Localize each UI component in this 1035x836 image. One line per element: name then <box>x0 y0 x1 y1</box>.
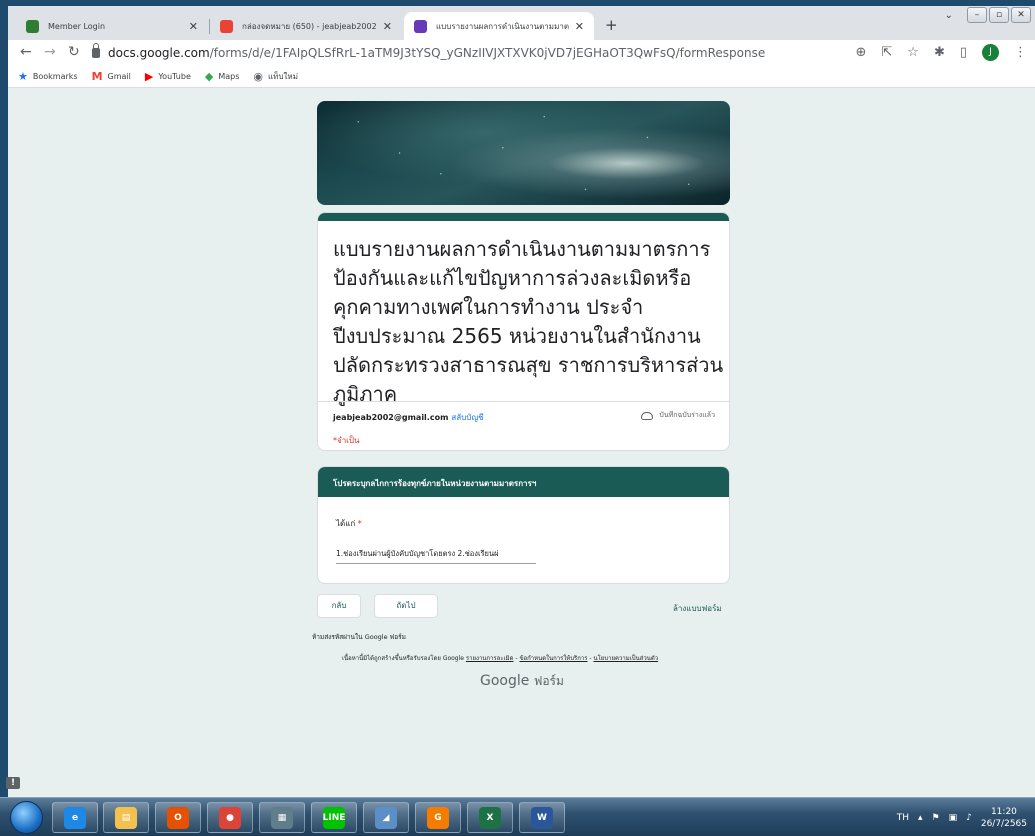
shield-favicon-icon <box>26 19 39 33</box>
line-icon: LINE <box>323 806 345 829</box>
form-title: แบบรายงานผลการดำเนินงานตามมาตรการป้องกัน… <box>333 237 724 406</box>
bookmark-youtube[interactable]: ▶ YouTube <box>145 70 191 83</box>
minimize-button[interactable]: – <box>967 7 987 23</box>
password-warning: ห้ามส่งรหัสผ่านใน Google ฟอร์ม <box>312 633 406 641</box>
cloud-icon <box>641 411 654 420</box>
tab-gmail[interactable]: กล่องจดหมาย (650) - jeabjeab2002@gm ✕ <box>210 12 402 40</box>
maximize-button[interactable]: ▫ <box>989 7 1009 23</box>
account-email: jeabjeab2002@gmail.com สลับบัญชี <box>333 413 484 422</box>
language-indicator[interactable]: TH <box>897 813 909 823</box>
toolbar-icons: ⊕ ⇱ ☆ ✱ ▯ J ⋮ <box>855 44 1027 61</box>
divider <box>318 401 729 402</box>
share-icon[interactable]: ⇱ <box>881 45 892 60</box>
menu-kebab-icon[interactable]: ⋮ <box>1014 45 1027 60</box>
close-tab-icon[interactable]: ✕ <box>383 20 392 33</box>
taskbar-word-button[interactable]: W <box>519 802 565 833</box>
calculator-icon: ▦ <box>271 806 293 829</box>
bookmarks-bar: ★ Bookmarks M Gmail ▶ YouTube ◆ Maps ◉ แท็บให… <box>8 66 1035 88</box>
taskbar-foxit-button[interactable]: G <box>415 802 461 833</box>
answer-select[interactable]: 1.ช่องเรียนผ่านผู้บังคับบัญชาโดยตรง 2.ช่… <box>336 548 536 564</box>
bookmark-maps[interactable]: ◆ Maps <box>205 70 240 83</box>
draft-saved-status: บันทึกฉบับร่างแล้ว <box>641 410 715 421</box>
taskbar-calculator-button[interactable]: ▦ <box>259 802 305 833</box>
outlook-icon: O <box>167 806 189 829</box>
tab-member-login[interactable]: Member Login ✕ <box>16 12 208 40</box>
report-abuse-link[interactable]: รายงานการละเมิด <box>466 655 514 662</box>
new-tab-button[interactable]: + <box>605 16 618 34</box>
volume-icon[interactable]: ♪ <box>966 813 972 823</box>
ie-icon: e <box>64 806 86 829</box>
foxit-icon: G <box>427 806 449 829</box>
globe-icon: ◉ <box>253 70 264 83</box>
header-banner-image <box>317 101 730 205</box>
gmail-icon: M <box>91 70 103 83</box>
title-card: แบบรายงานผลการดำเนินงานตามมาตรการป้องกัน… <box>317 212 730 451</box>
side-panel-icon[interactable]: ▯ <box>960 45 967 60</box>
tab-google-form[interactable]: แบบรายงานผลการดำเนินงานตามมาตรการ ✕ <box>404 12 594 40</box>
bookmark-new-tab[interactable]: ◉ แท็บใหม่ <box>253 70 298 83</box>
address-bar[interactable]: docs.google.com /forms/d/e/1FAIpQLSfRrL-… <box>92 43 952 63</box>
browser-window: Member Login ✕ กล่องจดหมาย (650) - jeabj… <box>8 6 1035 797</box>
start-button[interactable] <box>10 801 43 834</box>
forward-arrow-icon[interactable]: → <box>44 44 56 60</box>
bookmark-star-icon[interactable]: ☆ <box>907 45 919 60</box>
clear-form-button[interactable]: ล้างแบบฟอร์ม <box>673 602 722 615</box>
switch-account-link[interactable]: สลับบัญชี <box>451 413 483 422</box>
feedback-icon[interactable]: ! <box>6 777 20 789</box>
excel-icon: X <box>479 806 501 829</box>
stars-decoration <box>317 101 730 205</box>
zoom-icon[interactable]: ⊕ <box>855 45 866 60</box>
tab-strip: Member Login ✕ กล่องจดหมาย (650) - jeabj… <box>8 6 1035 40</box>
bookmark-bookmarks[interactable]: ★ Bookmarks <box>18 70 78 83</box>
maps-icon: ◆ <box>204 70 214 83</box>
privacy-link[interactable]: นโยบายความเป็นส่วนตัว <box>593 655 658 662</box>
required-note: *จำเป็น <box>333 436 360 445</box>
youtube-icon: ▶ <box>144 70 154 83</box>
close-tab-icon[interactable]: ✕ <box>575 20 584 33</box>
forms-favicon-icon <box>414 19 427 33</box>
taskbar-explorer-button[interactable]: ▤ <box>103 802 149 833</box>
section-header: โปรดระบุกลไกการร้องทุกข์ภายในหน่วยงานตาม… <box>318 467 729 497</box>
back-button[interactable]: กลับ <box>317 594 361 618</box>
taskbar-ie-button[interactable]: e <box>52 802 98 833</box>
explorer-icon: ▤ <box>115 806 137 829</box>
taskbar-outlook-button[interactable]: O <box>155 802 201 833</box>
network-icon[interactable]: ▣ <box>949 813 958 823</box>
question-label: ได้แก่ * <box>336 519 362 528</box>
bookmark-gmail[interactable]: M Gmail <box>92 70 131 83</box>
taskbar-chrome-button[interactable]: ● <box>207 802 253 833</box>
taskbar-excel-button[interactable]: X <box>467 802 513 833</box>
taskbar-unknown-button[interactable]: ◢ <box>363 802 409 833</box>
word-icon: W <box>531 806 553 829</box>
gmail-favicon-icon <box>220 19 233 33</box>
clock[interactable]: 11:20 26/7/2565 <box>981 806 1027 830</box>
section-card: โปรดระบุกลไกการร้องทุกข์ภายในหน่วยงานตาม… <box>317 466 730 584</box>
terms-link[interactable]: ข้อกำหนดในการให้บริการ <box>519 655 587 662</box>
flag-icon[interactable]: ⚑ <box>932 813 940 823</box>
required-asterisk: * <box>357 519 362 528</box>
chrome-icon: ● <box>219 806 241 829</box>
theme-bar <box>318 213 729 221</box>
unknown-icon: ◢ <box>375 806 397 829</box>
form-page: แบบรายงานผลการดำเนินงานตามมาตรการป้องกัน… <box>8 88 1035 797</box>
extensions-puzzle-icon[interactable]: ✱ <box>934 45 945 60</box>
windows-taskbar: e ▤ O ● ▦ LINE ◢ G X W TH ▴ ⚑ ▣ ♪ 11:20 26/7/2565 <box>0 797 1035 836</box>
close-window-button[interactable]: ✕ <box>1011 7 1031 23</box>
reload-icon[interactable]: ↻ <box>68 44 80 60</box>
lock-icon <box>92 43 100 58</box>
system-tray: TH ▴ ⚑ ▣ ♪ 11:20 26/7/2565 <box>897 798 1027 836</box>
back-arrow-icon[interactable]: ← <box>20 44 32 60</box>
window-controls: ⌄ – ▫ ✕ <box>945 7 1031 23</box>
google-forms-logo[interactable]: Google ฟอร์ม <box>480 672 564 691</box>
browser-toolbar: ← → ↻ docs.google.com /forms/d/e/1FAIpQL… <box>8 40 1035 66</box>
taskbar-line-button[interactable]: LINE <box>311 802 357 833</box>
star-icon: ★ <box>18 70 28 83</box>
next-button[interactable]: ถัดไป <box>374 594 438 618</box>
tray-expand-icon[interactable]: ▴ <box>918 813 923 823</box>
tab-search-icon[interactable]: ⌄ <box>945 10 953 21</box>
profile-avatar[interactable]: J <box>982 44 999 61</box>
disclaimer: เนื้อหานี้มิได้ถูกสร้างขึ้นหรือรับรองโดย… <box>342 655 659 662</box>
close-tab-icon[interactable]: ✕ <box>189 20 198 33</box>
